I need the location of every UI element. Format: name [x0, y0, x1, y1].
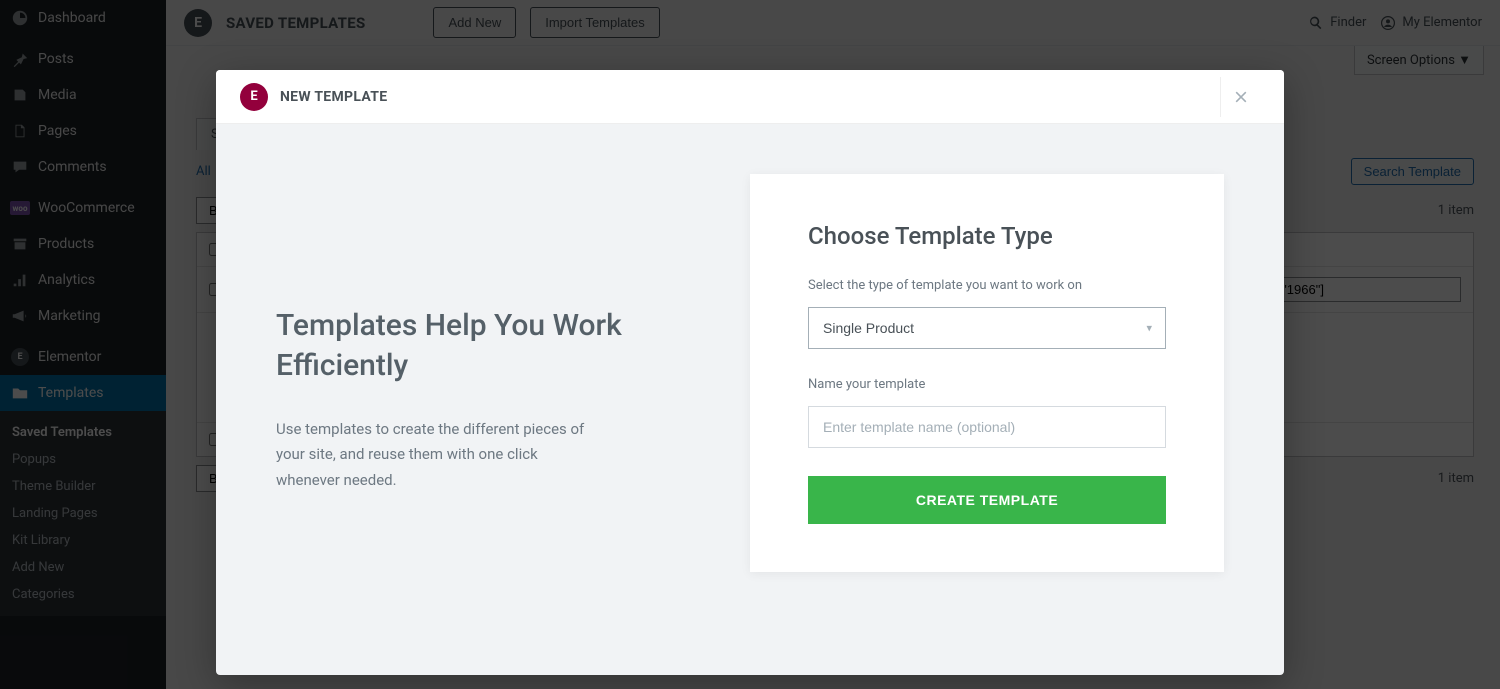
form-heading: Choose Template Type	[808, 222, 1166, 250]
close-icon	[1233, 89, 1249, 105]
create-template-button[interactable]: CREATE TEMPLATE	[808, 476, 1166, 524]
template-name-input[interactable]	[808, 406, 1166, 448]
modal-info-panel: Templates Help You Work Efficiently Use …	[276, 174, 690, 625]
template-type-select[interactable]: Single Product	[808, 307, 1166, 349]
modal-body: Templates Help You Work Efficiently Use …	[216, 124, 1284, 675]
template-name-label: Name your template	[808, 377, 1166, 392]
modal-headline: Templates Help You Work Efficiently	[276, 306, 670, 387]
modal-form-panel: Choose Template Type Select the type of …	[750, 174, 1224, 572]
template-type-label: Select the type of template you want to …	[808, 278, 1166, 293]
modal-close-button[interactable]	[1220, 77, 1260, 117]
modal-title: NEW TEMPLATE	[280, 89, 387, 105]
new-template-modal: E NEW TEMPLATE Templates Help You Work E…	[216, 70, 1284, 675]
modal-header: E NEW TEMPLATE	[216, 70, 1284, 124]
modal-description: Use templates to create the different pi…	[276, 417, 596, 494]
elementor-modal-logo-icon: E	[240, 83, 268, 111]
